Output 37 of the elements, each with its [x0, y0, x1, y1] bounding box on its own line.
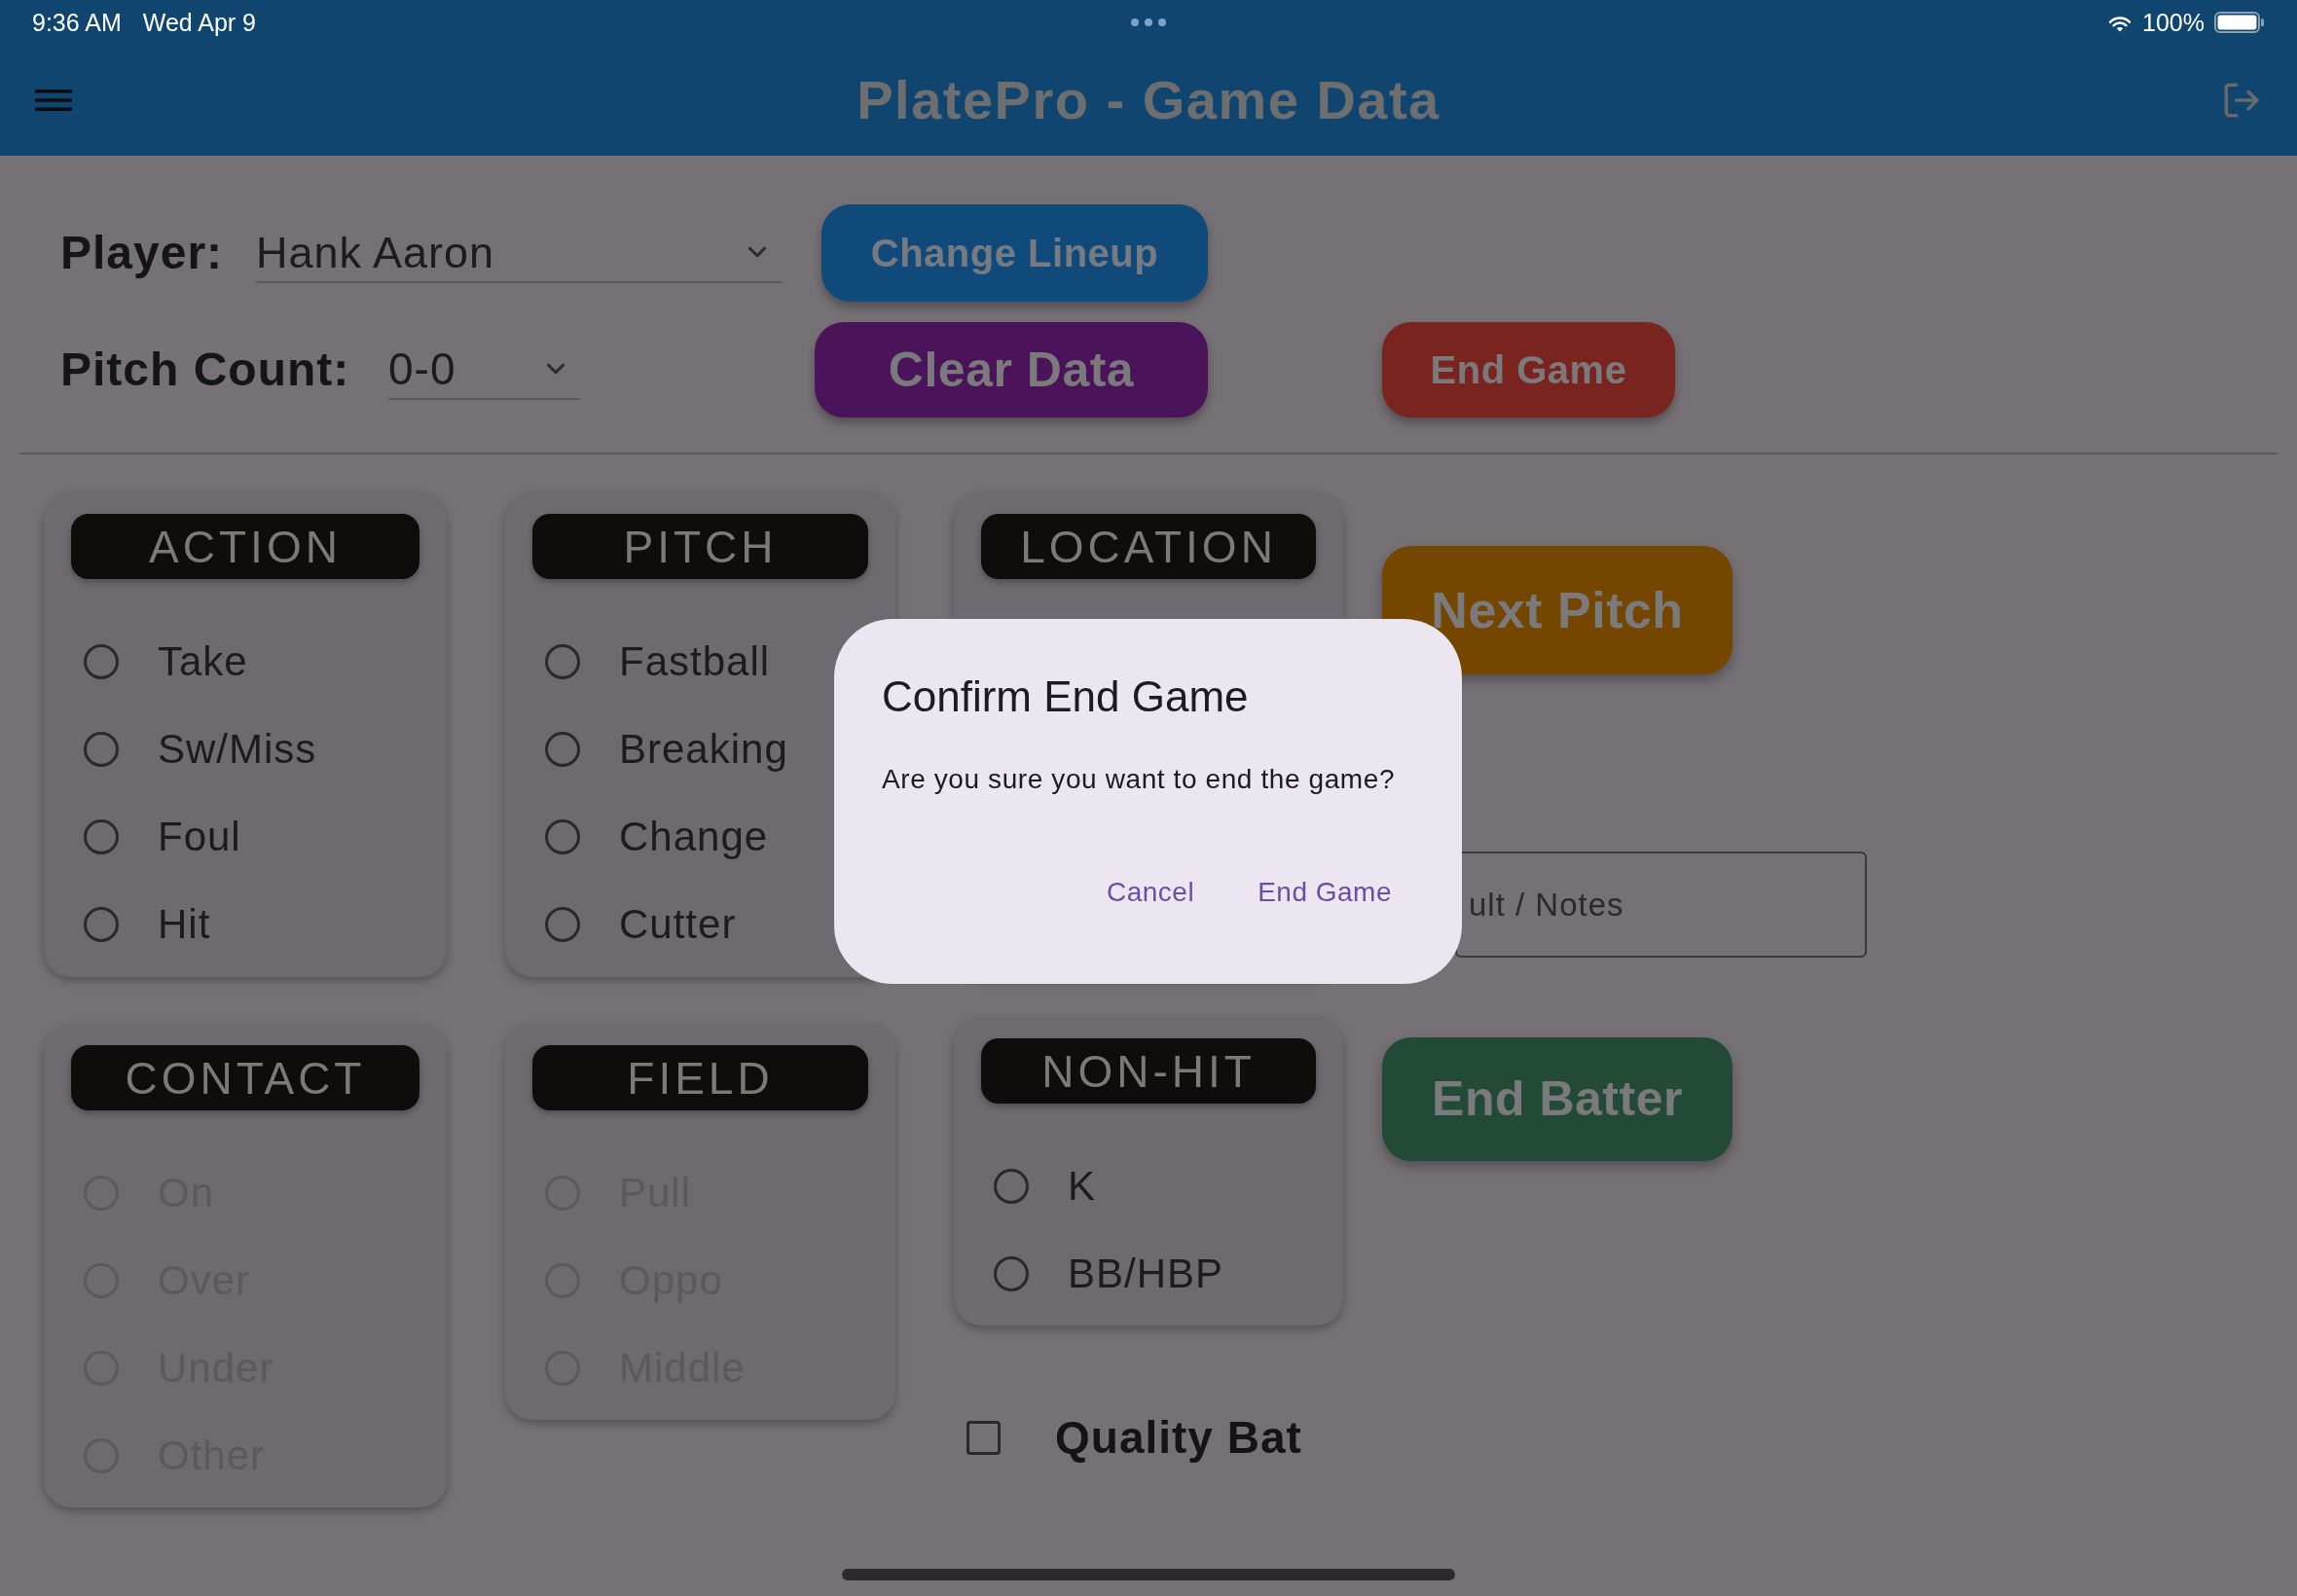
dialog-title: Confirm End Game [882, 671, 1249, 722]
player-dropdown[interactable]: Hank Aaron [256, 223, 782, 283]
pitch-count-label: Pitch Count: [60, 344, 350, 395]
battery-icon [2214, 12, 2265, 33]
dialog-message: Are you sure you want to end the game? [882, 764, 1396, 795]
radio-option[interactable]: Change [545, 816, 769, 857]
radio-option[interactable]: Fastball [545, 641, 771, 682]
battery-percent: 100% [2142, 10, 2205, 35]
radio-option[interactable]: Take [84, 641, 248, 682]
section-header: CONTACT [71, 1045, 419, 1110]
section-header: ACTION [71, 514, 419, 579]
notes-field[interactable]: ult / Notes [1455, 852, 1867, 958]
end-game-button[interactable]: End Game [1382, 322, 1675, 417]
cancel-button[interactable]: Cancel [1094, 863, 1207, 922]
section-header: FIELD [532, 1045, 868, 1110]
next-pitch-button[interactable]: Next Pitch [1382, 546, 1732, 674]
confirm-button[interactable]: End Game [1246, 863, 1404, 922]
radio-option[interactable]: Sw/Miss [84, 729, 317, 770]
section-header: PITCH [532, 514, 868, 579]
radio-option[interactable]: K [994, 1166, 1096, 1207]
radio-option[interactable]: Breaking [545, 729, 788, 770]
clear-data-button[interactable]: Clear Data [815, 322, 1208, 417]
radio-option[interactable]: Hit [84, 904, 211, 945]
change-lineup-button[interactable]: Change Lineup [821, 204, 1208, 302]
app-title: PlatePro - Game Data [857, 73, 1440, 127]
radio-option[interactable]: Cutter [545, 904, 737, 945]
pitch-count-dropdown[interactable]: 0-0 [388, 340, 580, 400]
status-date: Wed Apr 9 [142, 10, 256, 35]
radio-option[interactable]: Foul [84, 816, 241, 857]
player-label: Player: [60, 227, 224, 278]
menu-icon[interactable] [35, 90, 72, 111]
end-batter-button[interactable]: End Batter [1382, 1037, 1732, 1161]
section-header: NON-HIT [981, 1038, 1316, 1104]
section-header: LOCATION [981, 514, 1316, 579]
radio-option[interactable]: BB/HBP [994, 1253, 1224, 1294]
more-dots-icon [1131, 18, 1166, 26]
status-time: 9:36 AM [32, 10, 122, 35]
